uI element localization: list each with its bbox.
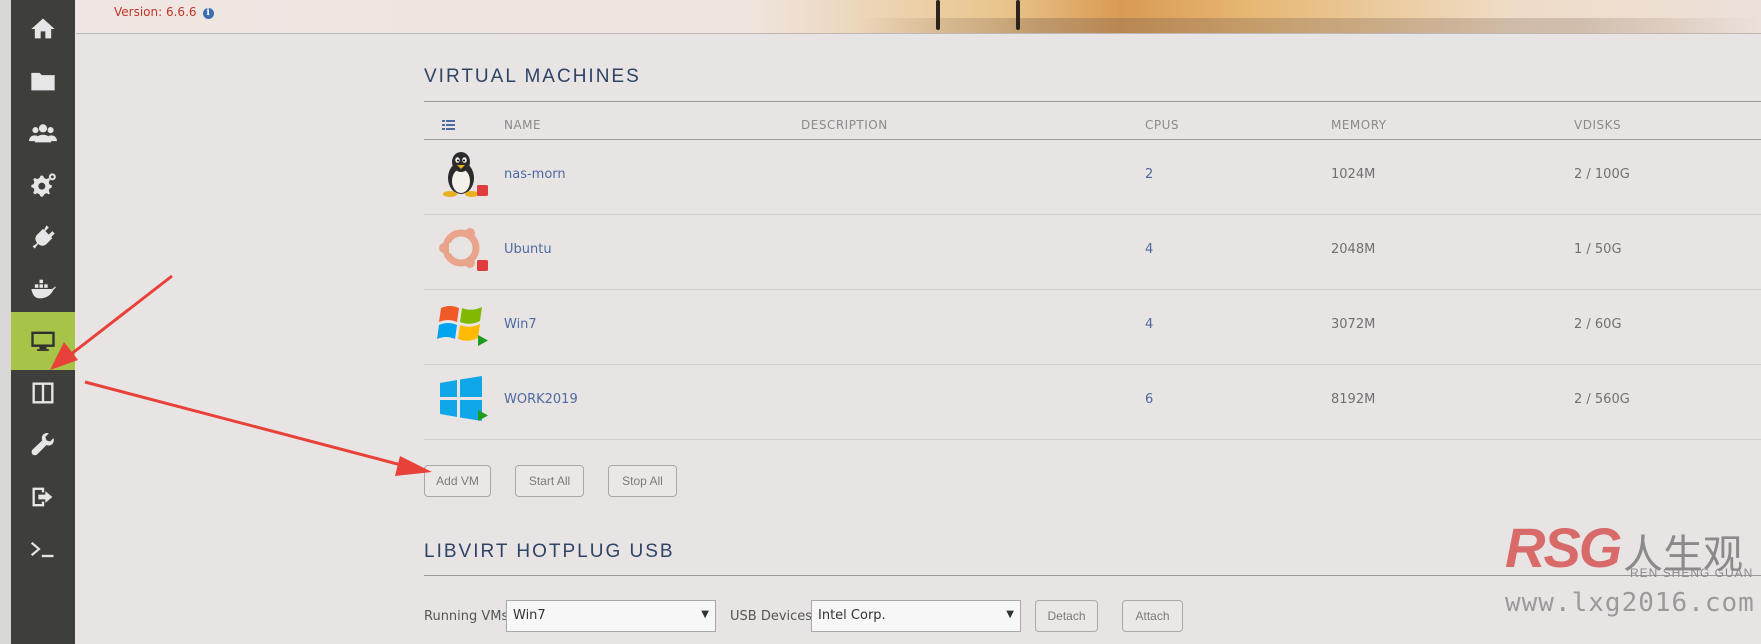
vm-name-link[interactable]: Ubuntu (504, 242, 552, 257)
running-vms-select[interactable]: Win7 ▼ (506, 600, 716, 632)
running-vms-value: Win7 (513, 608, 546, 623)
table-row: Win7 4 3072M 2 / 60G (424, 290, 1761, 365)
running-status-icon (478, 335, 488, 346)
section-divider (424, 101, 1761, 102)
usb-devices-value: Intel Corp. (818, 608, 886, 623)
sidebar-item-home[interactable] (11, 0, 75, 58)
vm-section-title: VIRTUAL MACHINES (424, 66, 641, 87)
header-banner: Version: 6.6.6 i (76, 0, 1761, 34)
column-header-description[interactable]: DESCRIPTION (801, 118, 888, 132)
vm-name-link[interactable]: nas-morn (504, 167, 566, 182)
sidebar-item-plugins[interactable] (11, 208, 75, 266)
sidebar-item-settings[interactable] (11, 156, 75, 214)
gears-icon (31, 173, 56, 197)
vm-name-link[interactable]: Win7 (504, 317, 537, 332)
watermark-url: www.lxg2016.com (1505, 588, 1755, 618)
sidebar-item-vms[interactable] (11, 312, 75, 370)
column-header-vdisks[interactable]: VDISKS (1574, 118, 1621, 132)
stop-all-button[interactable]: Stop All (608, 465, 677, 497)
info-icon[interactable]: i (202, 8, 214, 19)
vm-cpus[interactable]: 2 (1145, 167, 1153, 182)
sidebar-item-terminal[interactable] (11, 520, 75, 578)
start-all-button[interactable]: Start All (515, 465, 584, 497)
vm-memory: 1024M (1331, 167, 1376, 182)
logout-icon (32, 487, 53, 507)
table-row: Ubuntu 4 2048M 1 / 50G (424, 215, 1761, 290)
banner-figure (1016, 0, 1020, 30)
usb-devices-select[interactable]: Intel Corp. ▼ (811, 600, 1021, 632)
home-icon (31, 18, 55, 39)
detach-button[interactable]: Detach (1035, 600, 1098, 632)
table-row: WORK2019 6 8192M 2 / 560G (424, 365, 1761, 440)
stopped-status-icon (477, 260, 488, 271)
running-vms-label: Running VMs: (424, 609, 513, 624)
dropdown-arrow-icon: ▼ (1006, 609, 1014, 620)
stopped-status-icon (477, 185, 488, 196)
vm-vdisks[interactable]: 2 / 100G (1574, 167, 1630, 182)
table-row: nas-morn 2 1024M 2 / 100G (424, 140, 1761, 215)
sidebar (11, 0, 75, 644)
usb-devices-label: USB Devices: (730, 609, 817, 624)
vm-memory: 3072M (1331, 317, 1376, 332)
sidebar-item-docker[interactable] (11, 260, 75, 318)
watermark-pinyin: REN SHENG GUAN (1630, 566, 1754, 580)
terminal-icon (30, 542, 54, 558)
version-label: Version: 6.6.6 i (114, 5, 214, 19)
vm-vdisks[interactable]: 2 / 60G (1574, 317, 1622, 332)
list-view-icon[interactable] (442, 120, 455, 130)
vm-memory: 8192M (1331, 392, 1376, 407)
add-vm-button[interactable]: Add VM (424, 465, 491, 497)
column-header-name[interactable]: NAME (504, 118, 541, 132)
usb-section-title: LIBVIRT HOTPLUG USB (424, 541, 675, 562)
wrench-icon (31, 433, 54, 456)
sidebar-item-apps[interactable] (11, 364, 75, 422)
vm-cpus[interactable]: 4 (1145, 317, 1153, 332)
vm-cpus[interactable]: 6 (1145, 392, 1153, 407)
vm-name-link[interactable]: WORK2019 (504, 392, 578, 407)
version-text: Version: 6.6.6 (114, 5, 197, 19)
sidebar-item-users[interactable] (11, 104, 75, 162)
dropdown-arrow-icon: ▼ (701, 609, 709, 620)
watermark-logo: RSG (1505, 516, 1622, 579)
vm-vdisks[interactable]: 1 / 50G (1574, 242, 1622, 257)
sidebar-item-logout[interactable] (11, 468, 75, 526)
columns-icon (32, 382, 54, 404)
folder-icon (31, 72, 55, 91)
annotation-arrow (84, 380, 432, 476)
vm-cpus[interactable]: 4 (1145, 242, 1153, 257)
banner-shoreline (856, 18, 1761, 33)
vm-vdisks[interactable]: 2 / 560G (1574, 392, 1630, 407)
attach-button[interactable]: Attach (1122, 600, 1183, 632)
plug-icon (32, 225, 55, 249)
sidebar-item-tools[interactable] (11, 416, 75, 474)
running-status-icon (478, 410, 488, 421)
docker-icon (31, 279, 56, 299)
vm-memory: 2048M (1331, 242, 1376, 257)
column-header-memory[interactable]: MEMORY (1331, 118, 1387, 132)
column-header-cpus[interactable]: CPUS (1145, 118, 1179, 132)
users-icon (29, 124, 57, 143)
sidebar-item-shares[interactable] (11, 52, 75, 110)
monitor-icon (31, 331, 55, 351)
banner-figure (936, 0, 940, 30)
